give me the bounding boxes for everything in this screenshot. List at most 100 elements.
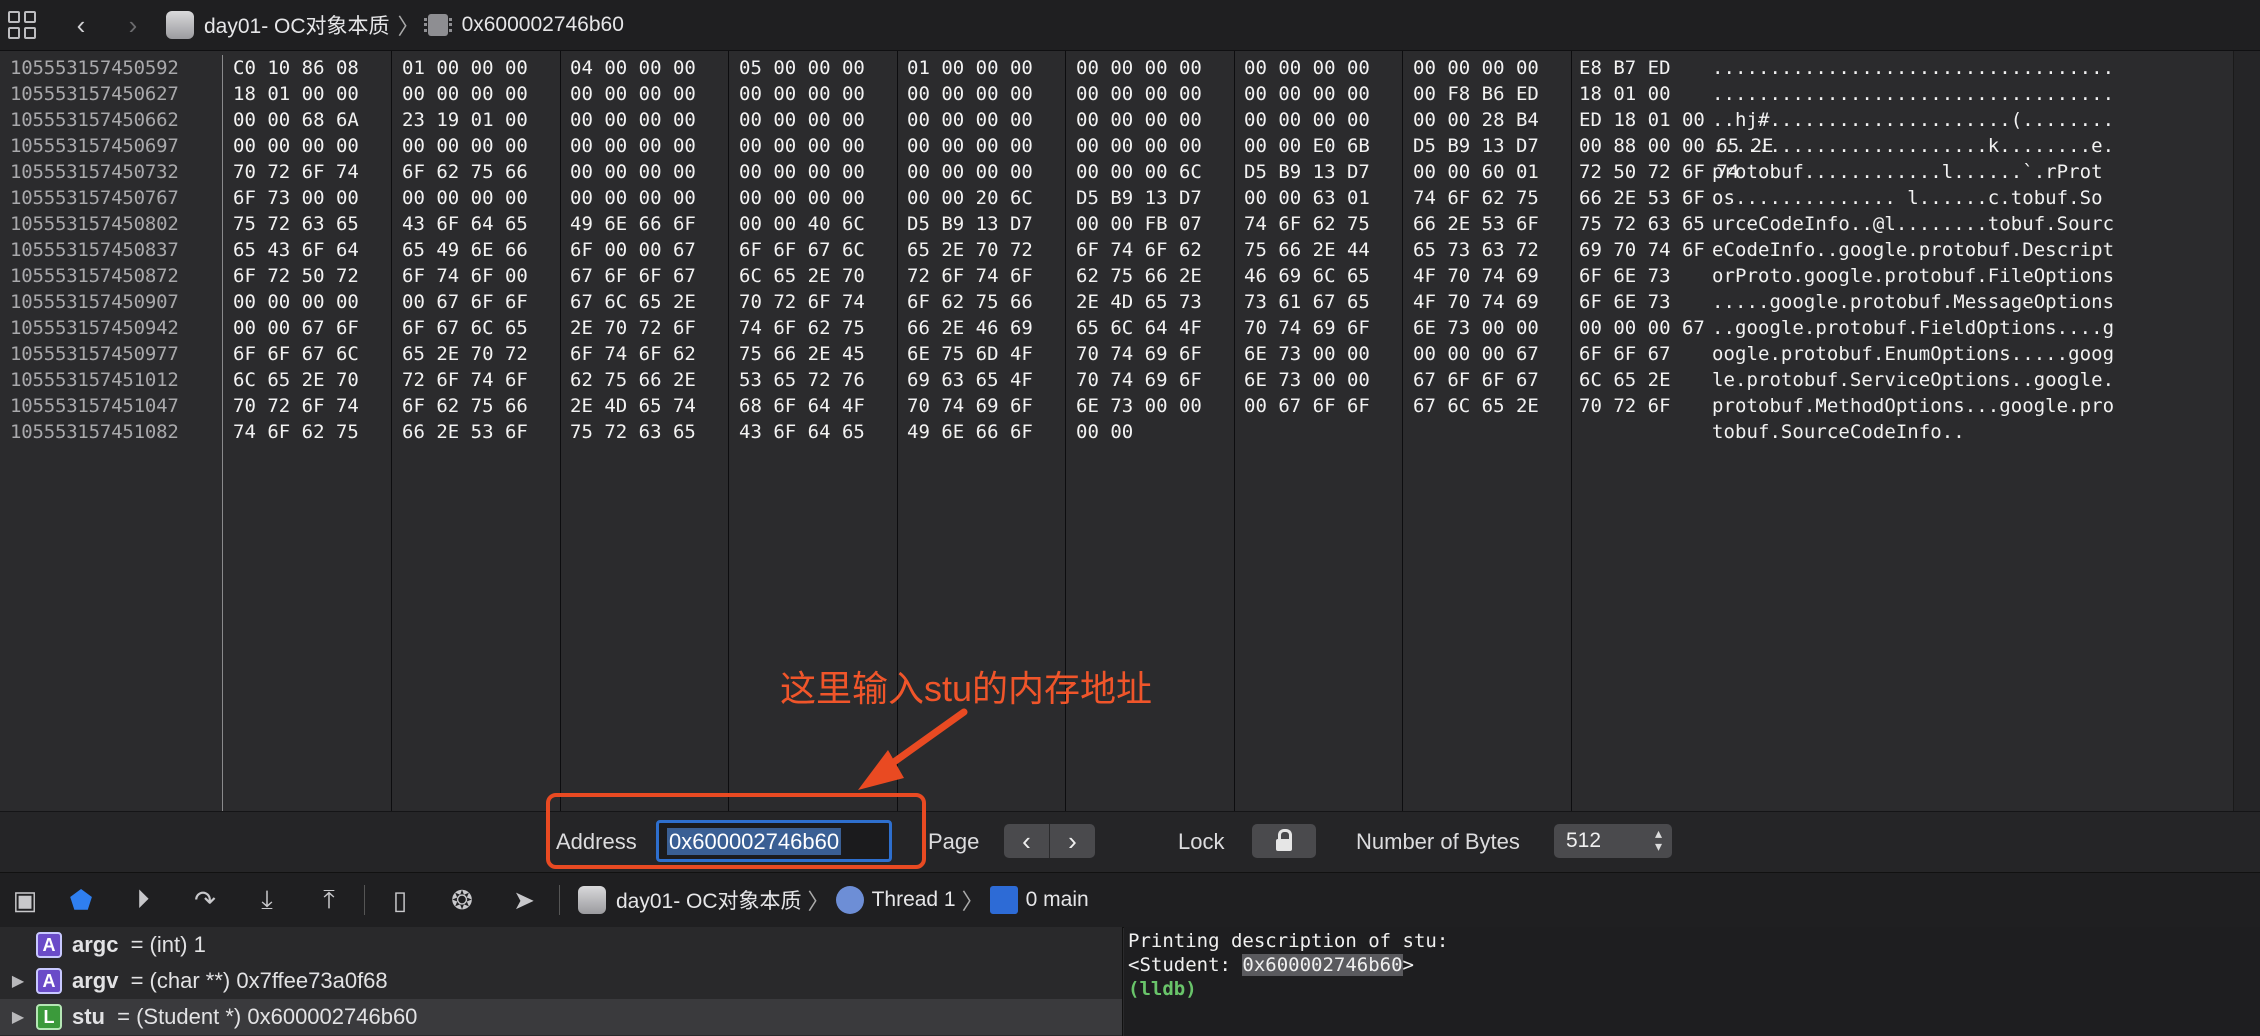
- hex-cell[interactable]: 72 50 72 6F 74: [1571, 159, 1739, 185]
- hex-cell[interactable]: ED 18 01 00: [1571, 107, 1711, 133]
- hex-cell[interactable]: D5 B9 13 D7: [1066, 185, 1234, 211]
- hex-cell[interactable]: 2E 4D 65 73: [1066, 289, 1234, 315]
- location-icon[interactable]: ➤: [493, 885, 555, 916]
- hex-cell[interactable]: 72 6F 74 6F: [392, 367, 560, 393]
- hex-cell[interactable]: 43 6F 64 65: [392, 211, 560, 237]
- hex-cell[interactable]: 53 65 72 76: [729, 367, 897, 393]
- hex-cell[interactable]: 6F 67 6C 65: [392, 315, 560, 341]
- hex-cell[interactable]: 00 00 00 00: [897, 81, 1065, 107]
- debug-frame[interactable]: 0 main: [1026, 888, 1089, 912]
- hex-cell[interactable]: 70 72 6F 74: [729, 289, 897, 315]
- hex-cell[interactable]: 00 00 00 00: [729, 133, 897, 159]
- hex-cell[interactable]: 00 00 00 00: [729, 107, 897, 133]
- hex-cell[interactable]: 6C 65 2E 70: [729, 263, 897, 289]
- hex-cell[interactable]: 00 00 00 00: [392, 133, 560, 159]
- hex-cell[interactable]: 65 2E 70 72: [897, 237, 1065, 263]
- hex-cell[interactable]: 00 00 28 B4: [1403, 107, 1571, 133]
- hex-cell[interactable]: 6F 6E 73: [1571, 263, 1711, 289]
- hex-cell[interactable]: 74 6F 62 75: [729, 315, 897, 341]
- hex-cell[interactable]: 69 63 65 4F: [897, 367, 1065, 393]
- continue-icon[interactable]: ⏵: [112, 884, 174, 916]
- hex-cell[interactable]: 6F 6E 73: [1571, 289, 1711, 315]
- hex-cell[interactable]: 00 00 00 00: [560, 107, 728, 133]
- hex-cell[interactable]: 6F 62 75 66: [392, 393, 560, 419]
- hex-cell[interactable]: 6F 6F 67 6C: [223, 341, 391, 367]
- hex-cell[interactable]: 65 2E 70 72: [392, 341, 560, 367]
- hex-cell[interactable]: 70 72 6F 74: [223, 393, 391, 419]
- back-arrow-icon[interactable]: ‹: [66, 10, 96, 41]
- hex-cell[interactable]: 6E 75 6D 4F: [897, 341, 1065, 367]
- variable-row[interactable]: ▶ L stu = (Student *) 0x600002746b60: [0, 999, 1122, 1035]
- hex-cell[interactable]: 68 6F 64 4F: [729, 393, 897, 419]
- hex-cell[interactable]: 18 01 00 00: [223, 81, 391, 107]
- hex-cell[interactable]: 75 66 2E 45: [729, 341, 897, 367]
- hex-cell[interactable]: 6E 73 00 00: [1066, 393, 1234, 419]
- hex-cell[interactable]: 67 6F 6F 67: [560, 263, 728, 289]
- hex-cell[interactable]: 6E 73 00 00: [1403, 315, 1571, 341]
- hex-cell[interactable]: 46 69 6C 65: [1234, 263, 1402, 289]
- hex-cell[interactable]: 62 75 66 2E: [1066, 263, 1234, 289]
- hex-cell[interactable]: 00 00 00 00: [1234, 81, 1402, 107]
- hex-cell[interactable]: 67 6C 65 2E: [1403, 393, 1571, 419]
- hex-cell[interactable]: 00 00 00 00: [560, 133, 728, 159]
- hex-cell[interactable]: 00 88 00 00 65 2E: [1571, 133, 1773, 159]
- hex-cell[interactable]: 6E 73 00 00: [1234, 341, 1402, 367]
- hex-cell[interactable]: 00 00 00 00: [897, 133, 1065, 159]
- hex-cell[interactable]: 00 00 00 00: [392, 81, 560, 107]
- hex-cell[interactable]: 67 6F 6F 67: [1403, 367, 1571, 393]
- hex-cell[interactable]: 00 F8 B6 ED: [1403, 81, 1571, 107]
- variable-row[interactable]: ▶ A argv = (char **) 0x7ffee73a0f68: [0, 963, 1122, 999]
- hex-cell[interactable]: 6C 65 2E 70: [223, 367, 391, 393]
- hex-cell[interactable]: 73 61 67 65: [1234, 289, 1402, 315]
- hex-cell[interactable]: 75 66 2E 44: [1234, 237, 1402, 263]
- hex-cell[interactable]: 70 74 69 6F: [1066, 341, 1234, 367]
- hex-cell[interactable]: 00 00 63 01: [1234, 185, 1402, 211]
- hex-cell[interactable]: 00 00 00 67: [1571, 315, 1711, 341]
- view-hierarchy-icon[interactable]: ▯: [369, 885, 431, 916]
- hex-cell[interactable]: 43 6F 64 65: [729, 419, 897, 445]
- hex-cell[interactable]: 6F 74 6F 00: [392, 263, 560, 289]
- hex-cell[interactable]: 6C 65 2E: [1571, 367, 1711, 393]
- memory-scrollbar[interactable]: [2233, 51, 2260, 811]
- hex-cell[interactable]: 6F 00 00 67: [560, 237, 728, 263]
- hex-cell[interactable]: 00 00 00 00: [560, 81, 728, 107]
- hex-cell[interactable]: 49 6E 66 6F: [897, 419, 1065, 445]
- hex-cell[interactable]: 72 6F 74 6F: [897, 263, 1065, 289]
- hex-cell[interactable]: D5 B9 13 D7: [897, 211, 1065, 237]
- hex-cell[interactable]: 66 2E 46 69: [897, 315, 1065, 341]
- hex-cell[interactable]: 6E 73 00 00: [1234, 367, 1402, 393]
- hex-cell[interactable]: 00 00 00 00: [392, 185, 560, 211]
- hex-cell[interactable]: 00 00 00 00: [729, 185, 897, 211]
- hex-cell[interactable]: 00 00 00 00: [223, 133, 391, 159]
- hex-cell[interactable]: 00 00 00 00: [560, 159, 728, 185]
- hex-cell[interactable]: 70 74 69 6F: [1066, 367, 1234, 393]
- hex-cell[interactable]: 00 00 00 6C: [1066, 159, 1234, 185]
- hex-cell[interactable]: 01 00 00 00: [392, 55, 560, 81]
- hex-cell[interactable]: 66 2E 53 6F: [1571, 185, 1711, 211]
- hex-cell[interactable]: 6F 74 6F 62: [1066, 237, 1234, 263]
- hex-cell[interactable]: 6F 62 75 66: [897, 289, 1065, 315]
- previous-page-icon[interactable]: ‹: [1004, 824, 1049, 858]
- hex-cell[interactable]: 6F 62 75 66: [392, 159, 560, 185]
- hex-cell[interactable]: 00 00 00 00: [1066, 81, 1234, 107]
- hex-cell[interactable]: 6F 74 6F 62: [560, 341, 728, 367]
- hex-cell[interactable]: 69 70 74 6F: [1571, 237, 1711, 263]
- hex-cell[interactable]: 00 00 67 6F: [223, 315, 391, 341]
- hex-cell[interactable]: 00 00 00 00: [1234, 107, 1402, 133]
- hex-cell[interactable]: 65 49 6E 66: [392, 237, 560, 263]
- hex-cell[interactable]: 00 00 68 6A: [223, 107, 391, 133]
- hex-cell[interactable]: 00 00 20 6C: [897, 185, 1065, 211]
- hex-cell[interactable]: 00 00 00 00: [1403, 55, 1571, 81]
- hex-cell[interactable]: 4F 70 74 69: [1403, 289, 1571, 315]
- hex-cell[interactable]: 00 67 6F 6F: [1234, 393, 1402, 419]
- hex-cell[interactable]: 01 00 00 00: [897, 55, 1065, 81]
- hex-cell[interactable]: 70 74 69 6F: [1234, 315, 1402, 341]
- hex-cell[interactable]: 00 00 00 00: [1066, 107, 1234, 133]
- hex-cell[interactable]: 75 72 63 65: [223, 211, 391, 237]
- hex-cell[interactable]: 00 00 E0 6B: [1234, 133, 1402, 159]
- hex-cell[interactable]: 00 00 00 00: [729, 159, 897, 185]
- hex-cell[interactable]: 00 00 00 00: [897, 107, 1065, 133]
- hex-cell[interactable]: 6F 6F 67 6C: [729, 237, 897, 263]
- step-out-icon[interactable]: ⤒: [298, 884, 360, 916]
- hex-cell[interactable]: 66 2E 53 6F: [1403, 211, 1571, 237]
